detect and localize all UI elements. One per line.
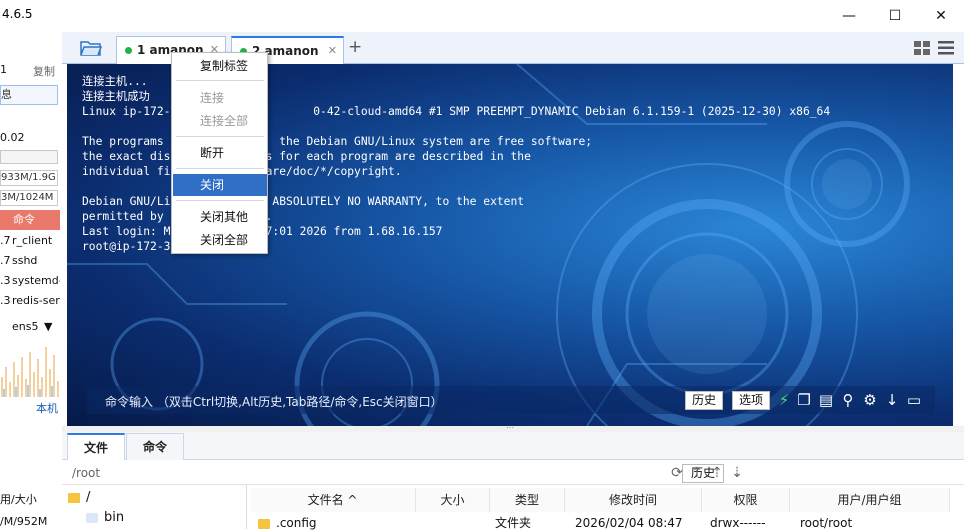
load-value: 0.02 [0,131,25,144]
path-bar: /root 历史 ⟳ ↑ ⇡ ⇣ [62,461,964,485]
column-header-type[interactable]: 类型 [490,488,565,512]
command-input-hint[interactable]: 命令输入 （双击Ctrl切换,Alt历史,Tab路径/命令,Esc关闭窗口） [105,393,443,410]
close-icon[interactable]: ✕ [328,38,337,64]
info-field: 息 [0,85,58,105]
menu-item-connect[interactable]: 连接 [173,87,267,109]
info-line: 1 [0,63,7,76]
menu-separator [176,200,264,201]
local-label[interactable]: 本机 [36,400,58,416]
network-chart [1,347,59,397]
grid-view-icon[interactable] [914,41,930,55]
process-header: 命令 [0,210,60,230]
menu-icon[interactable] [938,41,954,55]
column-header-permissions[interactable]: 权限 [702,488,790,512]
options-button[interactable]: 选项 [732,391,771,410]
file-permissions-cell: drwx------ [710,516,766,530]
file-modified-cell: 2026/02/04 08:47 [575,516,683,530]
paste-icon[interactable]: ▤ [817,390,835,410]
up-directory-icon[interactable]: ↑ [688,463,706,483]
app-version: 4.6.5 [2,7,33,21]
upload-icon[interactable]: ⇡ [708,463,726,483]
close-button[interactable]: ✕ [918,0,964,32]
add-tab-icon[interactable]: + [348,37,362,57]
system-info-panel: 1 复制 息 0.02 933M/1.9G 3M/1024M 命令 .7 r_cl… [0,32,62,529]
tab-context-menu: 复制标签 连接 连接全部 断开 关闭 关闭其他 关闭全部 [171,52,268,254]
folder-icon [86,512,98,523]
process-row[interactable]: .3 redis-ser [0,291,60,311]
menu-item-connect-all[interactable]: 连接全部 [173,110,267,132]
download-icon[interactable]: ⇣ [728,463,746,483]
process-row[interactable]: .7 r_client [0,231,60,251]
menu-item-close-others[interactable]: 关闭其他 [173,206,267,228]
table-row[interactable]: .config 文件夹 2026/02/04 08:47 drwx------ … [250,514,950,532]
arrow-down-icon[interactable]: ↓ [883,390,901,410]
column-header-owner[interactable]: 用户/用户组 [790,488,950,512]
process-row[interactable]: .3 systemd- [0,271,60,291]
disk-header: 用/大小 [0,493,37,506]
memory-usage: 933M/1.9G [0,170,58,186]
menu-separator [176,168,264,169]
file-name-cell: .config [258,514,317,532]
net-interface-select[interactable]: ens5 [12,320,38,333]
title-bar: 4.6.5 — ☐ ✕ [0,0,964,32]
column-header-size[interactable]: 大小 [416,488,490,512]
file-type-cell: 文件夹 [495,516,532,530]
folder-open-icon[interactable] [80,39,102,57]
lightning-icon[interactable]: ⚡ [775,390,793,410]
path-input[interactable]: /root [72,466,100,480]
command-input-bar[interactable]: 命令输入 （双击Ctrl切换,Alt历史,Tab路径/命令,Esc关闭窗口） 历… [87,386,935,414]
folder-icon [68,492,80,503]
tree-item[interactable]: / [68,490,90,505]
copy-link[interactable]: 复制 [33,63,55,79]
menu-separator [176,80,264,81]
file-list: 文件名 ^ 大小 类型 修改时间 权限 用户/用户组 .config 文件夹 2… [250,488,950,532]
gear-icon[interactable]: ⚙ [861,390,879,410]
history-button[interactable]: 历史 [685,391,724,410]
column-header-modified[interactable]: 修改时间 [565,488,702,512]
folder-icon [258,518,270,529]
swap-usage: 3M/1024M [0,190,58,206]
menu-separator [176,136,264,137]
lower-tab-bar: 文件 命令 [62,432,964,460]
tab-commands[interactable]: 命令 [126,433,184,460]
menu-item-close-all[interactable]: 关闭全部 [173,229,267,251]
window-icon[interactable]: ▭ [905,390,923,410]
maximize-button[interactable]: ☐ [872,0,918,32]
column-header-name[interactable]: 文件名 ^ [250,488,416,512]
menu-item-copy-tab[interactable]: 复制标签 [173,55,267,77]
process-row[interactable]: .7 sshd [0,251,60,271]
copy-icon[interactable]: ❐ [795,390,813,410]
refresh-icon[interactable]: ⟳ [668,463,686,483]
connected-status-dot [125,47,132,54]
directory-tree: / bin [62,485,247,529]
menu-item-close[interactable]: 关闭 [173,174,267,196]
tab-files[interactable]: 文件 [67,433,125,460]
chevron-down-icon[interactable]: ▼ [44,320,52,333]
file-owner-cell: root/root [800,516,853,530]
minimize-button[interactable]: — [826,0,872,32]
cpu-bar [0,150,58,164]
search-icon[interactable]: ⚲ [839,390,857,410]
menu-item-disconnect[interactable]: 断开 [173,142,267,164]
tree-item[interactable]: bin [86,510,124,525]
disk-usage: /M/952M [0,515,48,528]
